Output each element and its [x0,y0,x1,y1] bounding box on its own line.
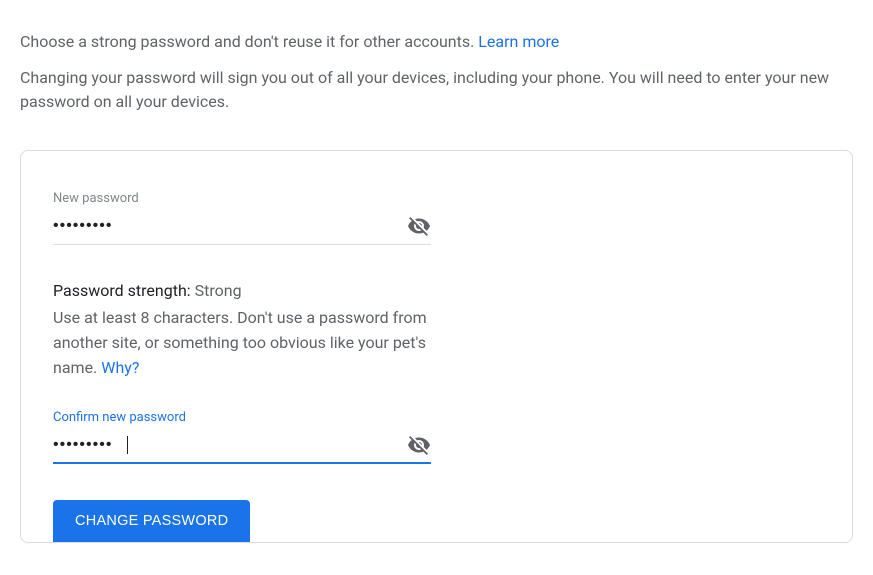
intro-line-1: Choose a strong password and don't reuse… [20,30,853,54]
text-caret [127,436,128,454]
password-strength-block: Password strength: Strong Use at least 8… [53,281,453,380]
password-card: New password Password strength: Strong U… [20,150,853,543]
intro-text-1: Choose a strong password and don't reuse… [20,32,478,51]
confirm-password-field: Confirm new password [53,410,431,464]
confirm-password-input-row [53,433,431,464]
confirm-password-input[interactable] [53,436,129,454]
why-link[interactable]: Why? [101,358,139,377]
password-advice: Use at least 8 characters. Don't use a p… [53,306,453,380]
visibility-off-icon[interactable] [407,433,431,457]
visibility-off-icon[interactable] [407,214,431,238]
new-password-input[interactable] [53,217,407,235]
confirm-password-label: Confirm new password [53,410,431,425]
new-password-label: New password [53,191,431,206]
strength-value: Strong [195,281,242,300]
password-strength-line: Password strength: Strong [53,281,453,300]
strength-label: Password strength: [53,281,195,300]
change-password-button[interactable]: CHANGE PASSWORD [53,500,250,542]
learn-more-link[interactable]: Learn more [478,32,559,51]
intro-line-2: Changing your password will sign you out… [20,66,853,114]
new-password-input-row [53,214,431,245]
new-password-field: New password [53,191,431,245]
